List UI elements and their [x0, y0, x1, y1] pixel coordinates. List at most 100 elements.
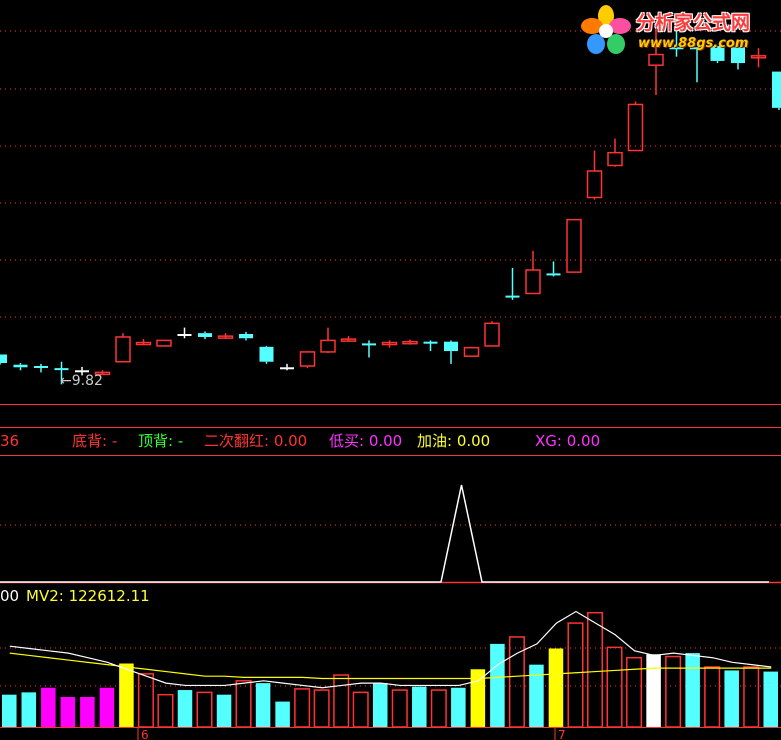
candle-body	[0, 354, 7, 364]
indicator-xg: XG: 0.00	[535, 432, 601, 450]
candle-19	[381, 340, 398, 348]
candle-body	[34, 366, 48, 368]
indicator-jiayou: 加油: 0.00	[417, 432, 491, 450]
candle-8	[156, 339, 172, 347]
site-logo: 分析家公式网 www.88gs.com	[578, 2, 781, 58]
volume-bar-32	[626, 656, 643, 728]
candle-body	[607, 151, 623, 167]
candle-body	[320, 339, 336, 353]
candle-body	[772, 71, 781, 108]
candle-body	[525, 269, 541, 295]
volume-bar-12	[235, 680, 252, 728]
candle-11	[217, 333, 234, 339]
volume-bar-15	[294, 688, 311, 728]
candle-1	[13, 363, 28, 371]
candle-body	[627, 103, 644, 152]
candle-15	[299, 351, 316, 369]
candle-body	[280, 367, 294, 370]
candle-body	[299, 351, 316, 367]
candle-16	[320, 327, 336, 354]
volume-label-row: 00 MV2: 122612.11	[0, 587, 781, 605]
candle-21	[423, 340, 438, 352]
arrow-left-icon: ←	[60, 373, 72, 389]
candle-body	[115, 336, 131, 363]
candle-14	[280, 363, 294, 371]
volume-bar-36	[704, 666, 721, 728]
candle-body	[362, 343, 376, 346]
candle-body	[586, 170, 603, 199]
volume-bar-14	[275, 701, 290, 727]
flower-icon	[581, 5, 631, 54]
candle-26	[525, 250, 541, 295]
volume-bar-27	[529, 664, 544, 727]
volume-cut-value: 00	[0, 587, 20, 605]
volume-bar-11	[216, 694, 232, 727]
candle-0	[0, 354, 7, 365]
candle-2	[34, 363, 48, 373]
candle-28	[566, 218, 582, 273]
volume-bar-30	[587, 611, 604, 728]
stock-chart: 67	[0, 24, 781, 740]
indicator-dingbei: 顶背: -	[138, 432, 184, 450]
candle-body	[54, 368, 69, 371]
volume-bar-35	[685, 653, 700, 727]
volume-bar-23	[451, 687, 466, 727]
volume-bar-38	[743, 666, 760, 728]
volume-bar-4	[80, 696, 95, 727]
indicator-dibei: 底背: -	[72, 432, 118, 450]
candle-body	[463, 346, 480, 357]
volume-bar-21	[412, 686, 427, 727]
volume-bar-0	[2, 694, 17, 727]
volume-bar-29	[567, 622, 584, 728]
volume-bar-39	[763, 671, 778, 727]
candle-body	[423, 341, 438, 344]
candle-7	[135, 339, 152, 346]
volume-bar-1	[21, 692, 37, 727]
candle-23	[463, 346, 480, 357]
logo-title: 分析家公式网	[636, 12, 751, 34]
volume-bar-5	[99, 687, 115, 727]
volume-bar-25	[490, 643, 505, 727]
volume-bar-37	[724, 670, 739, 727]
candlestick-series	[0, 24, 781, 385]
volume-bar-9	[177, 690, 193, 727]
candle-body	[484, 322, 500, 347]
candle-24	[484, 321, 500, 347]
indicator-dimai: 低买: 0.00	[329, 432, 403, 450]
volume-bar-7	[137, 673, 154, 728]
volume-bar-13	[255, 683, 271, 727]
axis-marker-label-0: 6	[141, 728, 149, 740]
candle-body	[13, 364, 28, 368]
candle-body	[198, 333, 212, 337]
candle-18	[362, 340, 376, 358]
axis-markers: 67	[137, 728, 566, 740]
candle-body	[566, 218, 582, 273]
candle-27	[546, 261, 561, 277]
candle-body	[444, 341, 458, 352]
logo-url: www.88gs.com	[638, 36, 749, 51]
candle-25	[505, 267, 520, 300]
volume-bar-2	[41, 687, 56, 727]
volume-bar-28	[548, 648, 564, 727]
candle-body	[259, 346, 274, 362]
candle-body	[546, 273, 561, 276]
indicator-erci-fanhong: 二次翻红: 0.00	[204, 432, 308, 450]
candle-30	[607, 138, 623, 167]
volume-bar-16	[313, 689, 330, 728]
volume-bar-31	[606, 646, 623, 728]
volume-bar-10	[196, 691, 213, 728]
indicator-line	[0, 484, 769, 583]
candle-10	[198, 331, 212, 340]
candle-body	[177, 334, 192, 336]
candle-31	[627, 101, 644, 152]
candle-38	[772, 71, 781, 110]
volume-bar-34	[665, 655, 682, 728]
volume-bar-3	[60, 696, 76, 727]
indicator-series	[0, 484, 769, 583]
volume-bar-20	[391, 689, 408, 728]
volume-bar-33	[646, 654, 661, 727]
candle-12	[239, 331, 253, 341]
candle-13	[259, 345, 274, 364]
axis-marker-label-1: 7	[558, 728, 566, 740]
volume-bar-19	[372, 683, 388, 727]
